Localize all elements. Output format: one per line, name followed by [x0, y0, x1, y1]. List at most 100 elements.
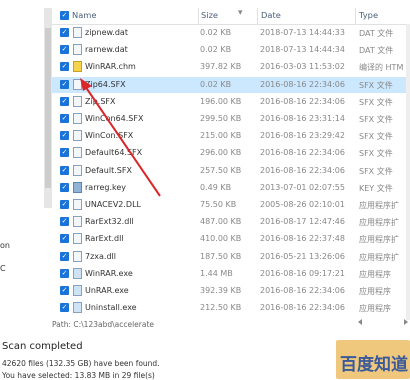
row-checkbox[interactable]: ✓: [60, 96, 69, 106]
row-checkbox[interactable]: ✓: [60, 114, 69, 123]
file-type: SFX 文件: [359, 166, 393, 176]
table-row[interactable]: ✓ WinRAR.chm 397.82 KB 2016-03-03 11:53:02 编…: [52, 59, 410, 75]
file-type: 编译的 HTM: [359, 63, 404, 73]
table-row[interactable]: ✓ WinCon.SFX 215.00 KB 2016-08-16 23:29:42 S…: [52, 128, 410, 144]
row-checkbox[interactable]: ✓: [60, 234, 69, 244]
row-checkbox[interactable]: ✓: [60, 62, 69, 72]
left-scrollbar[interactable]: [44, 8, 52, 208]
file-type: 应用程序扩: [359, 218, 399, 228]
path-bar: Path: C:\123abd\accelerate: [52, 320, 155, 329]
right-scrollbar[interactable]: [406, 24, 410, 320]
horizontal-scrollbar[interactable]: [356, 318, 410, 326]
column-header: ✓ Name Size ▾ Date Type: [52, 8, 410, 25]
file-size: 215.00 KB: [200, 131, 242, 141]
file-date: 2016-08-16 22:34:06: [260, 303, 345, 313]
row-checkbox[interactable]: ✓: [60, 268, 69, 278]
table-row[interactable]: ✓ Uninstall.exe 212.50 KB 2016-08-16 22:34:…: [52, 300, 410, 316]
table-row[interactable]: ✓ WinCon64.SFX 299.50 KB 2016-08-16 23:31:1…: [52, 111, 410, 127]
table-row[interactable]: ✓ zipnew.dat 0.02 KB 2018-07-13 14:44:33 DAT…: [52, 25, 410, 41]
row-checkbox[interactable]: ✓: [60, 286, 69, 295]
file-name: Default.SFX: [85, 165, 132, 175]
file-name: Default64.SFX: [85, 148, 143, 158]
file-type: SFX 文件: [359, 132, 393, 142]
file-size: 487.00 KB: [200, 217, 242, 227]
help-file-icon: [73, 61, 82, 73]
scroll-left-icon: [358, 319, 362, 325]
select-all-checkbox[interactable]: ✓: [60, 11, 69, 20]
exe-file-icon: [73, 267, 82, 279]
file-size: 0.02 KB: [200, 79, 232, 89]
table-row[interactable]: ✓ rarreg.key 0.49 KB 2013-07-01 02:07:55 KEY…: [52, 180, 410, 196]
file-type: SFX 文件: [359, 149, 393, 159]
file-name: WinCon64.SFX: [85, 114, 144, 123]
generic-file-icon: [73, 44, 82, 56]
table-row[interactable]: ✓ UnRAR.exe 392.39 KB 2016-08-16 22:34:06 应用…: [52, 283, 410, 299]
file-type: 应用程序: [359, 269, 391, 279]
table-row[interactable]: ✓ 7zxa.dll 187.50 KB 2016-05-21 13:26:06 应用程…: [52, 249, 410, 265]
file-date: 2016-08-16 22:34:06: [260, 165, 345, 175]
file-size: 410.00 KB: [200, 234, 242, 244]
file-date: 2016-05-21 13:26:06: [260, 251, 345, 261]
file-name: Zip.SFX: [85, 96, 116, 106]
table-row[interactable]: ✓ RarExt.dll 410.00 KB 2016-08-16 22:37:48 应…: [52, 231, 410, 247]
file-size: 0.02 KB: [200, 28, 232, 37]
file-date: 2018-07-13 14:44:34: [260, 45, 345, 55]
file-name: UNACEV2.DLL: [85, 200, 141, 209]
left-scrollbar-thumb[interactable]: [45, 28, 51, 188]
row-checkbox[interactable]: ✓: [60, 251, 69, 261]
row-checkbox[interactable]: ✓: [60, 148, 69, 158]
file-size: 257.50 KB: [200, 165, 242, 175]
generic-file-icon: [73, 27, 82, 38]
scroll-right-icon: [404, 319, 408, 325]
table-row[interactable]: ✓ UNACEV2.DLL 75.50 KB 2005-08-26 02:10:01 应…: [52, 197, 410, 213]
row-checkbox[interactable]: ✓: [60, 165, 69, 175]
file-type: DAT 文件: [359, 46, 394, 56]
dll-file-icon: [73, 250, 82, 262]
row-checkbox[interactable]: ✓: [60, 303, 69, 313]
file-type: 应用程序扩: [359, 235, 399, 245]
file-name: zipnew.dat: [85, 28, 128, 37]
file-size: 296.00 KB: [200, 148, 242, 158]
table-row[interactable]: ✓ WinRAR.exe 1.44 MB 2016-08-16 09:17:21 应用程…: [52, 266, 410, 282]
row-checkbox[interactable]: ✓: [60, 131, 69, 141]
table-row[interactable]: ✓ Zip64.SFX 0.02 KB 2016-08-16 22:34:06 SFX …: [52, 76, 410, 93]
file-date: 2016-03-03 11:53:02: [260, 62, 345, 72]
table-row[interactable]: ✓ Zip.SFX 196.00 KB 2016-08-16 22:34:06 SFX …: [52, 94, 410, 110]
file-date: 2016-08-16 22:34:06: [260, 148, 345, 158]
row-checkbox[interactable]: ✓: [60, 45, 69, 55]
file-name: rarnew.dat: [85, 45, 128, 55]
row-checkbox[interactable]: ✓: [60, 182, 69, 192]
table-row[interactable]: ✓ Default.SFX 257.50 KB 2016-08-16 22:34:06…: [52, 163, 410, 179]
watermark-logo: 百度知道: [336, 340, 410, 379]
file-name: RarExt32.dll: [85, 217, 134, 227]
column-name[interactable]: Name: [72, 10, 96, 20]
file-size: 0.02 KB: [200, 45, 232, 55]
column-type[interactable]: Type: [359, 10, 378, 20]
file-date: 2016-08-16 09:17:21: [260, 268, 345, 278]
column-date[interactable]: Date: [261, 10, 281, 20]
file-size: 392.39 KB: [200, 286, 242, 295]
file-name: RarExt.dll: [85, 234, 124, 244]
file-type: 应用程序扩: [359, 201, 399, 210]
generic-file-icon: [73, 78, 82, 90]
dll-file-icon: [73, 233, 82, 245]
file-date: 2016-08-16 22:34:06: [260, 79, 345, 89]
table-row[interactable]: ✓ rarnew.dat 0.02 KB 2018-07-13 14:44:34 DAT…: [52, 42, 410, 58]
dll-file-icon: [73, 216, 82, 228]
file-size: 187.50 KB: [200, 251, 242, 261]
file-name: Uninstall.exe: [85, 303, 137, 313]
generic-file-icon: [73, 95, 82, 107]
row-checkbox[interactable]: ✓: [60, 79, 69, 89]
file-date: 2016-08-16 23:29:42: [260, 131, 345, 141]
row-checkbox[interactable]: ✓: [60, 217, 69, 227]
row-checkbox[interactable]: ✓: [60, 200, 69, 209]
row-checkbox[interactable]: ✓: [60, 28, 69, 37]
file-date: 2018-07-13 14:44:33: [260, 28, 345, 37]
column-size[interactable]: Size: [201, 10, 218, 20]
sort-desc-icon[interactable]: ▾: [238, 8, 243, 18]
table-row[interactable]: ✓ RarExt32.dll 487.00 KB 2016-08-17 12:47:4…: [52, 214, 410, 230]
file-size: 212.50 KB: [200, 303, 242, 313]
watermark-text: 百度知道: [340, 355, 408, 375]
generic-file-icon: [73, 130, 82, 142]
table-row[interactable]: ✓ Default64.SFX 296.00 KB 2016-08-16 22:34:…: [52, 145, 410, 161]
